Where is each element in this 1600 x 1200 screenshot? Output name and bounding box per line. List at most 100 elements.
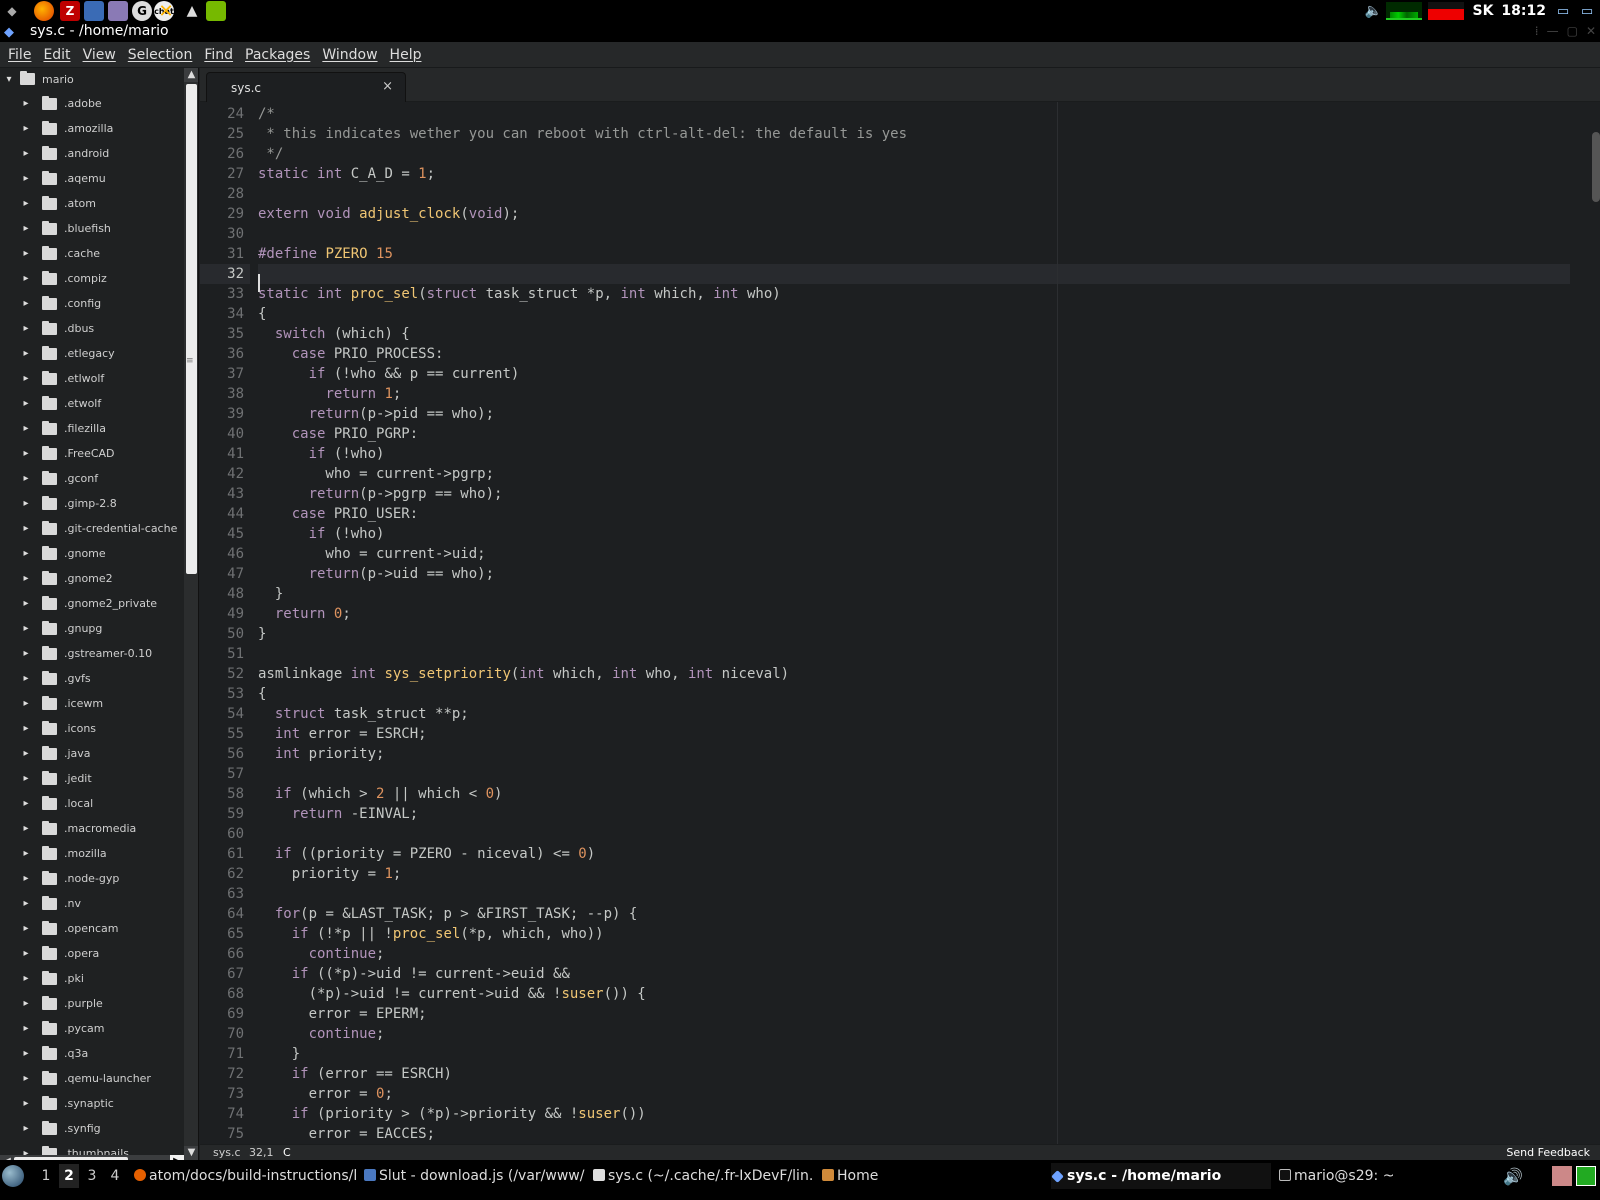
chevron-right-icon[interactable]: ▸ — [20, 373, 32, 384]
code-line[interactable]: int priority; — [258, 744, 1570, 764]
apps-menu-icon[interactable]: ◆ — [2, 1, 22, 21]
line-number[interactable]: 73 — [200, 1084, 250, 1104]
code-editor[interactable]: 2324252627282930313233343536373839404142… — [200, 102, 1600, 1144]
clock[interactable]: 18:12 — [1501, 3, 1546, 19]
code-line[interactable]: if ((*p)->uid != current->euid && — [258, 964, 1570, 984]
line-number[interactable]: 25 — [200, 124, 250, 144]
code-line[interactable]: for(p = &LAST_TASK; p > &FIRST_TASK; --p… — [258, 904, 1570, 924]
tree-item[interactable]: ▸ .purple — [0, 991, 184, 1016]
tree-item[interactable]: ▸ .pycam — [0, 1016, 184, 1041]
tree-item[interactable]: ▸ .aqemu — [0, 166, 184, 191]
chevron-right-icon[interactable]: ▸ — [20, 1098, 32, 1109]
workspace-2[interactable]: 2 — [59, 1164, 79, 1188]
code-line[interactable]: ​ — [258, 764, 1570, 784]
chevron-right-icon[interactable]: ▸ — [20, 198, 32, 209]
chevron-right-icon[interactable]: ▸ — [20, 223, 32, 234]
line-number[interactable]: 60 — [200, 824, 250, 844]
network-status-icon[interactable]: ▭ — [1576, 2, 1598, 20]
menu-packages[interactable]: Packages — [245, 47, 310, 63]
tree-item[interactable]: ▸ .icons — [0, 716, 184, 741]
line-number[interactable]: 28 — [200, 184, 250, 204]
chevron-right-icon[interactable]: ▸ — [20, 173, 32, 184]
code-line[interactable]: if (error == ESRCH) — [258, 1064, 1570, 1084]
code-line[interactable]: continue; — [258, 1024, 1570, 1044]
line-number[interactable]: 24 — [200, 104, 250, 124]
filezilla-icon[interactable]: Z — [60, 1, 80, 21]
tree-item[interactable]: ▸ .jedit — [0, 766, 184, 791]
chevron-right-icon[interactable]: ▸ — [20, 98, 32, 109]
network-icon[interactable] — [84, 1, 104, 21]
tree-scroll-thumb[interactable] — [186, 84, 197, 574]
chevron-right-icon[interactable]: ▸ — [20, 348, 32, 359]
minimize-icon[interactable]: — — [1547, 24, 1559, 38]
chevron-right-icon[interactable]: ▸ — [20, 523, 32, 534]
task-home[interactable]: Home — [822, 1163, 1032, 1189]
chevron-right-icon[interactable]: ▸ — [20, 798, 32, 809]
code-line[interactable]: int error = ESRCH; — [258, 724, 1570, 744]
line-number[interactable]: 54 — [200, 704, 250, 724]
chevron-right-icon[interactable]: ▸ — [20, 1048, 32, 1059]
workspace-4[interactable]: 4 — [105, 1164, 125, 1188]
code-line[interactable]: */ — [258, 144, 1570, 164]
task-terminal[interactable]: mario@s29: ~ — [1279, 1163, 1489, 1189]
line-number[interactable]: 46 — [200, 544, 250, 564]
status-file-name[interactable]: sys.c — [213, 1146, 241, 1159]
tree-item[interactable]: ▸ .etlwolf — [0, 366, 184, 391]
line-number[interactable]: 57 — [200, 764, 250, 784]
tree-item[interactable]: ▸ .gnome2_private — [0, 591, 184, 616]
code-area[interactable]: ​ /* * this indicates wether you can rebo… — [258, 102, 1570, 1144]
code-line[interactable]: return(p->pgrp == who); — [258, 484, 1570, 504]
tree-item[interactable]: ▸ .qemu-launcher — [0, 1066, 184, 1091]
code-line[interactable]: switch (which) { — [258, 324, 1570, 344]
line-number[interactable]: 61 — [200, 844, 250, 864]
line-number[interactable]: 39 — [200, 404, 250, 424]
line-number[interactable]: 74 — [200, 1104, 250, 1124]
chevron-right-icon[interactable]: ▸ — [20, 998, 32, 1009]
monitor-icon[interactable]: ▭ — [1552, 2, 1574, 20]
tree-item[interactable]: ▸ .opera — [0, 941, 184, 966]
tree-item[interactable]: ▸ .gvfs — [0, 666, 184, 691]
tree-item[interactable]: ▸ .node-gyp — [0, 866, 184, 891]
line-number[interactable]: 40 — [200, 424, 250, 444]
tree-item[interactable]: ▸ .gimp-2.8 — [0, 491, 184, 516]
code-line[interactable]: struct task_struct **p; — [258, 704, 1570, 724]
tray-window-icon[interactable] — [1552, 1166, 1572, 1186]
tree-item[interactable]: ▸ .git-credential-cache — [0, 516, 184, 541]
line-number[interactable]: 72 — [200, 1064, 250, 1084]
tree-item[interactable]: ▸ .q3a — [0, 1041, 184, 1066]
firefox-icon[interactable] — [34, 1, 54, 21]
chevron-right-icon[interactable]: ▸ — [20, 773, 32, 784]
line-number[interactable]: 35 — [200, 324, 250, 344]
task-firefox[interactable]: atom/docs/build-instructions/l... — [134, 1163, 358, 1189]
tree-item[interactable]: ▸ .mozilla — [0, 841, 184, 866]
chevron-right-icon[interactable]: ▸ — [20, 498, 32, 509]
chevron-right-icon[interactable]: ▸ — [20, 973, 32, 984]
chevron-right-icon[interactable]: ▸ — [20, 248, 32, 259]
task-text-editor[interactable]: sys.c (~/.cache/.fr-IxDevF/lin... — [593, 1163, 813, 1189]
tree-item[interactable]: ▸ .gconf — [0, 466, 184, 491]
tree-item[interactable]: ▸ .gnupg — [0, 616, 184, 641]
tree-item[interactable]: ▸ .dbus — [0, 316, 184, 341]
mail-icon[interactable] — [1576, 1166, 1596, 1186]
code-line[interactable]: (*p)->uid != current->uid && !suser()) { — [258, 984, 1570, 1004]
scroll-up-icon[interactable]: ▲ — [184, 68, 198, 82]
code-line[interactable]: ​ — [258, 184, 1570, 204]
line-number[interactable]: 31 — [200, 244, 250, 264]
line-number[interactable]: 38 — [200, 384, 250, 404]
tree-item[interactable]: ▸ .etwolf — [0, 391, 184, 416]
tree-item[interactable]: ▸ .atom — [0, 191, 184, 216]
code-line[interactable]: continue; — [258, 944, 1570, 964]
line-number[interactable]: 66 — [200, 944, 250, 964]
tree-item[interactable]: ▸ .amozilla — [0, 116, 184, 141]
line-number[interactable]: 63 — [200, 884, 250, 904]
code-line[interactable]: return(p->uid == who); — [258, 564, 1570, 584]
chevron-right-icon[interactable]: ▸ — [20, 1123, 32, 1134]
line-number[interactable]: 67 — [200, 964, 250, 984]
code-line[interactable]: if (priority > (*p)->priority && !suser(… — [258, 1104, 1570, 1124]
panel-resize-handle[interactable]: ≡ — [186, 356, 194, 366]
close-tab-icon[interactable]: × — [382, 79, 393, 94]
code-line[interactable]: #define PZERO 15 — [258, 244, 1570, 264]
code-line[interactable]: extern void adjust_clock(void); — [258, 204, 1570, 224]
tree-item[interactable]: ▸ .config — [0, 291, 184, 316]
tree-item[interactable]: ▸ .cache — [0, 241, 184, 266]
